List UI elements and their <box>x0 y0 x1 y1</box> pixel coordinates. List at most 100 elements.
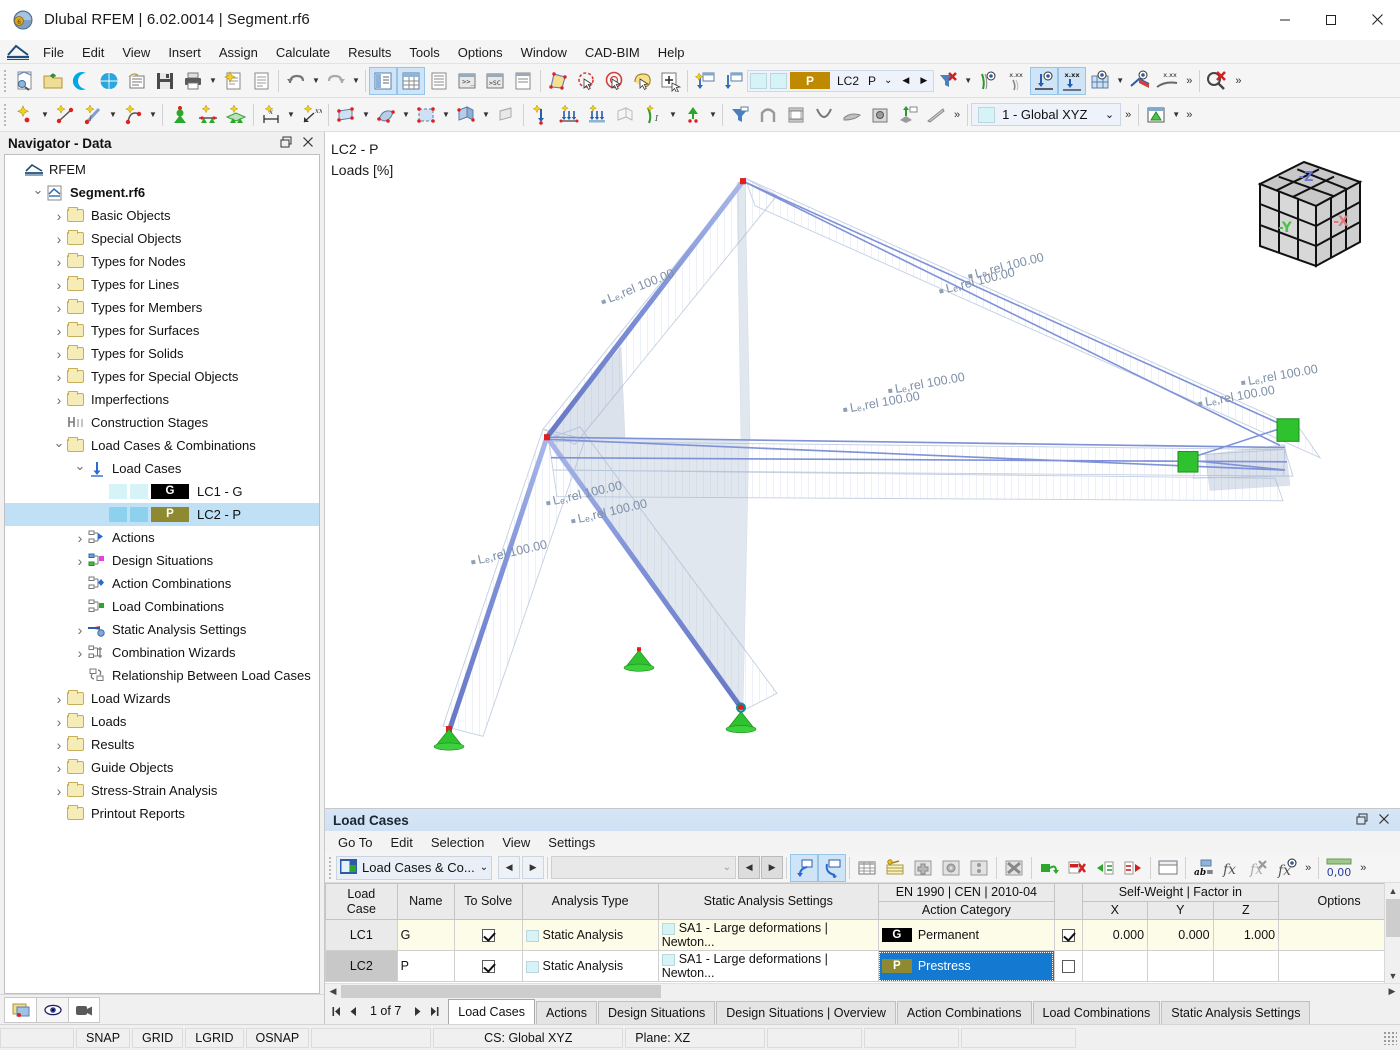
new-section-icon[interactable] <box>452 101 480 129</box>
xxx-values-icon[interactable]: x.xx <box>1002 67 1030 95</box>
toolbar-grip[interactable] <box>2 68 9 94</box>
collapse-twisty-icon[interactable]: ⌄ <box>72 455 88 478</box>
status-coordinate-system[interactable]: CS: Global XYZ <box>433 1028 623 1048</box>
navigation-cube[interactable]: -Z -Y <box>1242 154 1372 274</box>
header-static-analysis-settings[interactable]: Static Analysis Settings <box>658 884 878 920</box>
expand-twisty-icon[interactable]: › <box>51 779 67 802</box>
filter-prev-button[interactable]: ◀ <box>738 856 760 879</box>
coordinate-system-selector[interactable]: 1 - Global XYZ ⌄ <box>971 103 1121 126</box>
tree-item-imperfections[interactable]: ›Imperfections <box>5 388 319 411</box>
filter-dropdown-caret[interactable]: ▼ <box>962 67 974 95</box>
cell-static-analysis-settings[interactable]: SA1 - Large deformations | Newton... <box>658 920 878 951</box>
scroll-left-button[interactable]: ◀ <box>325 984 341 999</box>
expand-twisty-icon[interactable]: › <box>51 319 67 342</box>
expand-twisty-icon[interactable]: › <box>51 250 67 273</box>
blank-table-icon[interactable] <box>1154 854 1182 882</box>
new-support-icon[interactable] <box>166 101 194 129</box>
cs-overflow-button[interactable]: » <box>1121 109 1135 121</box>
render-overflow-button[interactable]: » <box>1182 109 1196 121</box>
expand-twisty-icon[interactable]: › <box>51 296 67 319</box>
self-weight-checkbox[interactable] <box>1062 960 1075 973</box>
roof-icon[interactable] <box>838 101 866 129</box>
document-icon[interactable] <box>247 67 275 95</box>
tree-item-combination-wizards[interactable]: ›Combination Wizards <box>5 641 319 664</box>
blue-globe-icon[interactable] <box>95 67 123 95</box>
new-opening-caret[interactable]: ▼ <box>440 101 452 129</box>
status-osnap-toggle[interactable]: OSNAP <box>246 1028 310 1048</box>
new-node-icon[interactable] <box>11 101 39 129</box>
console-icon[interactable]: >>_ <box>453 67 481 95</box>
redo-icon[interactable] <box>322 67 350 95</box>
table-row[interactable]: LC1GStatic AnalysisSA1 - Large deformati… <box>326 920 1400 951</box>
table-grid-icon[interactable] <box>853 854 881 882</box>
scroll-down-button[interactable]: ▼ <box>1385 968 1400 983</box>
model-info-icon[interactable] <box>123 67 151 95</box>
new-line-icon[interactable] <box>51 101 79 129</box>
imperfection-icon[interactable]: I <box>639 101 667 129</box>
tree-item-static-analysis-settings[interactable]: ›Static Analysis Settings <box>5 618 319 641</box>
tree-item-load-cases-combinations[interactable]: ⌄Load Cases & Combinations <box>5 434 319 457</box>
chevron-down-icon[interactable]: ⌄ <box>1105 108 1114 121</box>
new-member-icon[interactable]: I <box>79 101 107 129</box>
cell-name[interactable]: P <box>397 951 454 982</box>
grid-result-caret[interactable]: ▼ <box>1114 67 1126 95</box>
tree-item-load-wizards[interactable]: ›Load Wizards <box>5 687 319 710</box>
grid-vertical-scrollbar[interactable]: ▲ ▼ <box>1384 883 1400 983</box>
options-row-icon[interactable] <box>965 854 993 882</box>
goto-next-row-icon[interactable] <box>818 854 846 882</box>
load-cases-grid[interactable]: Load Case Name To Solve Analysis Type St… <box>325 883 1400 982</box>
close-icon[interactable] <box>1378 813 1390 828</box>
cell-sw-z[interactable]: 1.000 <box>1213 920 1279 951</box>
tree-item-types-for-solids[interactable]: ›Types for Solids <box>5 342 319 365</box>
lc-prev-button[interactable]: ◀ <box>898 75 913 86</box>
tree-item-types-for-lines[interactable]: ›Types for Lines <box>5 273 319 296</box>
undo-dropdown-caret[interactable]: ▼ <box>310 67 322 95</box>
expand-twisty-icon[interactable]: › <box>51 204 67 227</box>
header-options[interactable]: Options <box>1279 884 1400 920</box>
header-load-case[interactable]: Load Case <box>326 884 398 920</box>
pager-first-button[interactable] <box>329 1000 344 1022</box>
cell-static-analysis-settings[interactable]: SA1 - Large deformations | Newton... <box>658 951 878 982</box>
cell-sw-y[interactable] <box>1148 951 1214 982</box>
menu-calculate[interactable]: Calculate <box>267 41 339 63</box>
insert-row-icon[interactable] <box>909 854 937 882</box>
cell-options[interactable] <box>1279 951 1400 982</box>
tree-item-types-for-special-objects[interactable]: ›Types for Special Objects <box>5 365 319 388</box>
apply-icon[interactable] <box>1035 854 1063 882</box>
new-nodal-support-icon[interactable] <box>194 101 222 129</box>
secondary-filter-combo[interactable]: ⌄ <box>551 856 736 879</box>
filter-delete-icon[interactable] <box>934 67 962 95</box>
imperfection-caret[interactable]: ▼ <box>667 101 679 129</box>
header-analysis-type[interactable]: Analysis Type <box>522 884 658 920</box>
status-plane[interactable]: Plane: XZ <box>625 1028 765 1048</box>
cell-self-weight-active[interactable] <box>1054 920 1082 951</box>
tree-item-stress-strain-analysis[interactable]: ›Stress-Strain Analysis <box>5 779 319 802</box>
zoom-delete-icon[interactable] <box>1203 67 1231 95</box>
select-all-icon[interactable] <box>656 67 684 95</box>
filter-next-button[interactable]: ▶ <box>761 856 783 879</box>
expand-twisty-icon[interactable]: › <box>51 733 67 756</box>
expand-twisty-icon[interactable]: › <box>51 388 67 411</box>
cell-analysis-type[interactable]: Static Analysis <box>522 920 658 951</box>
line-load-icon[interactable] <box>583 101 611 129</box>
tree-item-rfem[interactable]: RFEM <box>5 158 319 181</box>
restore-icon[interactable] <box>280 136 292 151</box>
tree-item-special-objects[interactable]: ›Special Objects <box>5 227 319 250</box>
collapse-twisty-icon[interactable]: ⌄ <box>51 432 67 455</box>
tree-item-design-situations[interactable]: ›Design Situations <box>5 549 319 572</box>
header-sw-x[interactable]: X <box>1082 902 1148 920</box>
table-prev-button[interactable]: ◀ <box>498 856 520 879</box>
menu-help[interactable]: Help <box>649 41 694 63</box>
save-icon[interactable] <box>151 67 179 95</box>
panel-menu-go-to[interactable]: Go To <box>329 831 381 853</box>
expand-twisty-icon[interactable]: › <box>51 273 67 296</box>
tree-item-guide-objects[interactable]: ›Guide Objects <box>5 756 319 779</box>
table-edit-icon[interactable] <box>881 854 909 882</box>
table-row[interactable]: LC2PStatic AnalysisSA1 - Large deformati… <box>326 951 1400 982</box>
pager-prev-button[interactable] <box>346 1000 361 1022</box>
cell-self-weight-active[interactable] <box>1054 951 1082 982</box>
tree-item-actions[interactable]: ›Actions <box>5 526 319 549</box>
collapse-twisty-icon[interactable]: ⌄ <box>30 179 46 202</box>
move-right-icon[interactable] <box>1119 854 1147 882</box>
navigator-data-icon[interactable] <box>369 67 397 95</box>
